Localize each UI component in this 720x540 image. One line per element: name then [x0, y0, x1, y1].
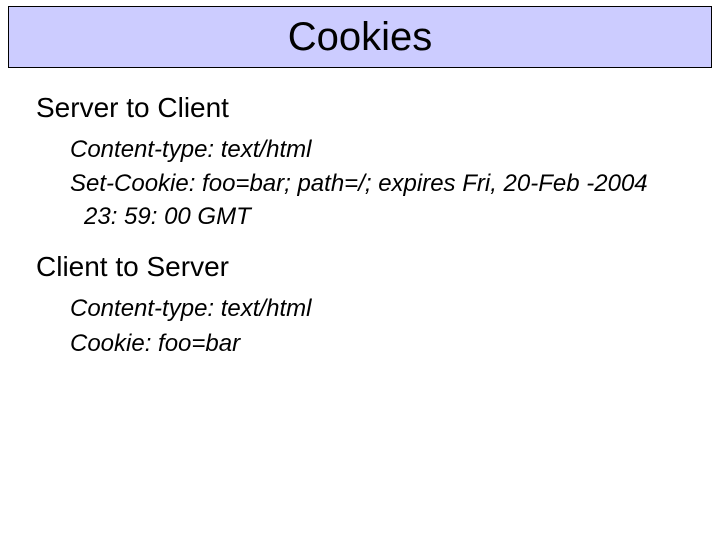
slide-title: Cookies — [288, 15, 433, 60]
section-block: Content-type: text/html Cookie: foo=bar — [70, 293, 684, 360]
header-line: Content-type: text/html — [70, 293, 684, 325]
title-bar: Cookies — [8, 6, 712, 68]
section-heading: Client to Server — [36, 251, 684, 283]
section-heading: Server to Client — [36, 92, 684, 124]
section-block: Content-type: text/html Set-Cookie: foo=… — [70, 134, 684, 233]
header-line: Cookie: foo=bar — [70, 328, 684, 360]
slide-content: Server to Client Content-type: text/html… — [36, 92, 684, 378]
header-line: Set-Cookie: foo=bar; path=/; expires Fri… — [70, 168, 684, 233]
header-line: Content-type: text/html — [70, 134, 684, 166]
slide: Cookies Server to Client Content-type: t… — [0, 0, 720, 540]
